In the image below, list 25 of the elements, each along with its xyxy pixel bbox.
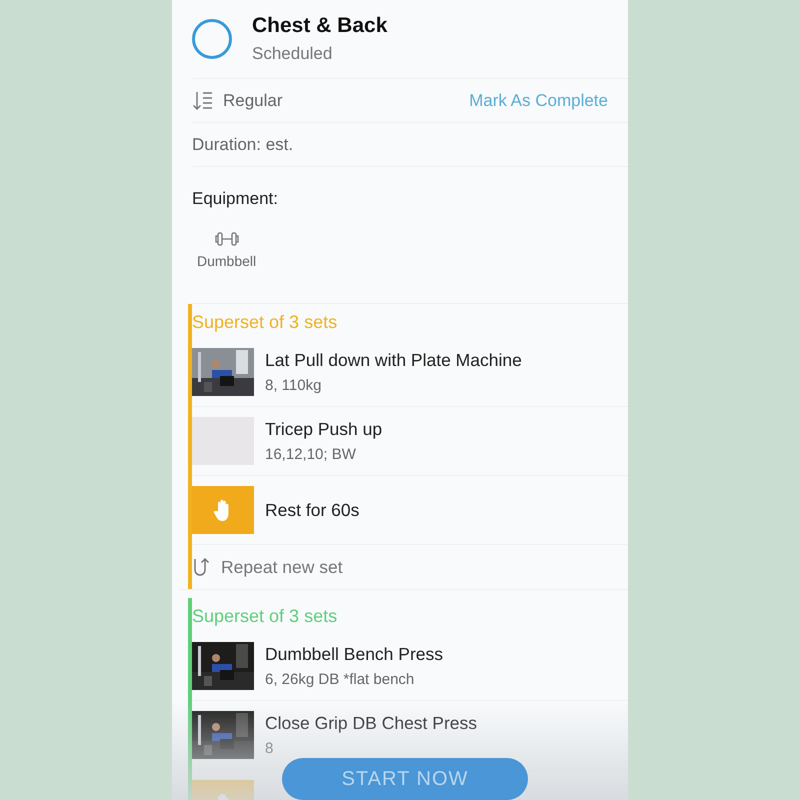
exercise-detail: 6, 26kg DB *flat bench: [265, 671, 416, 688]
workout-status: Scheduled: [252, 44, 334, 64]
superset-title: Superset of 3 sets: [192, 605, 338, 628]
start-now-button[interactable]: START NOW: [282, 758, 528, 800]
status-circle[interactable]: [192, 19, 232, 59]
repeat-set-row[interactable]: Repeat new set: [192, 545, 628, 589]
image-placeholder: [192, 417, 254, 465]
superset-title: Superset of 3 sets: [192, 311, 338, 334]
exercise-detail: 16,12,10; BW: [265, 446, 357, 463]
mode-label: Regular: [223, 90, 284, 110]
equipment-label: Dumbbell: [197, 253, 256, 269]
mark-complete-link[interactable]: Mark As Complete: [469, 90, 608, 110]
exercise-name: Tricep Push up: [265, 419, 382, 440]
workout-title: Chest & Back: [252, 14, 388, 38]
exercise-name: Lat Pull down with Plate Machine: [265, 350, 522, 371]
exercise-name: Close Grip DB Chest Press: [265, 713, 478, 734]
exercise-detail: 8: [265, 740, 274, 757]
equipment-heading: Equipment:: [192, 189, 278, 208]
exercise-name: Dumbbell Bench Press: [265, 644, 443, 665]
exercise-detail: 8, 110kg: [265, 377, 322, 394]
exercise-name: Rest for 60s: [265, 500, 360, 520]
repeat-arrow-icon: [192, 556, 210, 578]
duration-text: Duration: est.: [192, 134, 294, 154]
sort-icon: [192, 90, 214, 112]
dumbbell-icon: [214, 231, 240, 247]
